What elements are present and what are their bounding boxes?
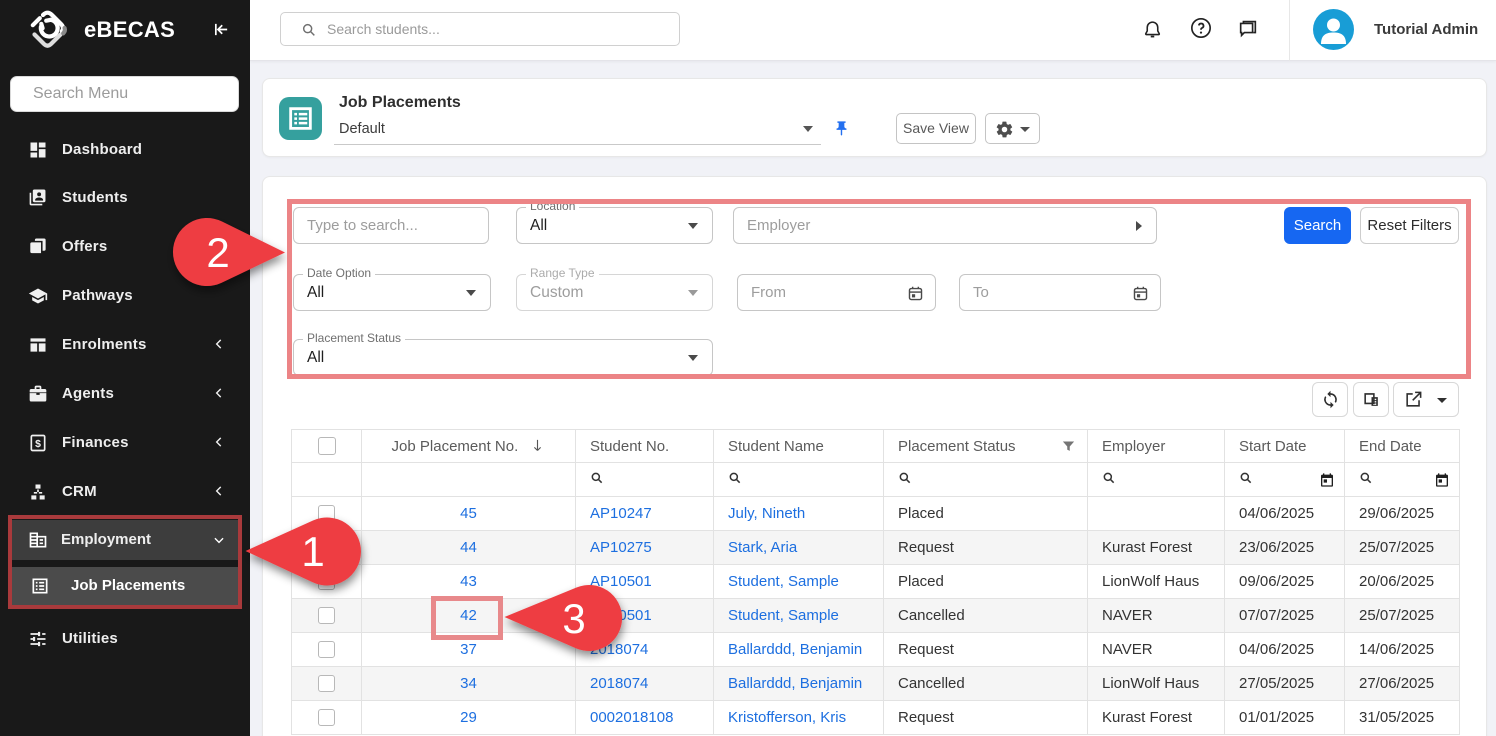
svg-text:$: $: [35, 439, 41, 450]
